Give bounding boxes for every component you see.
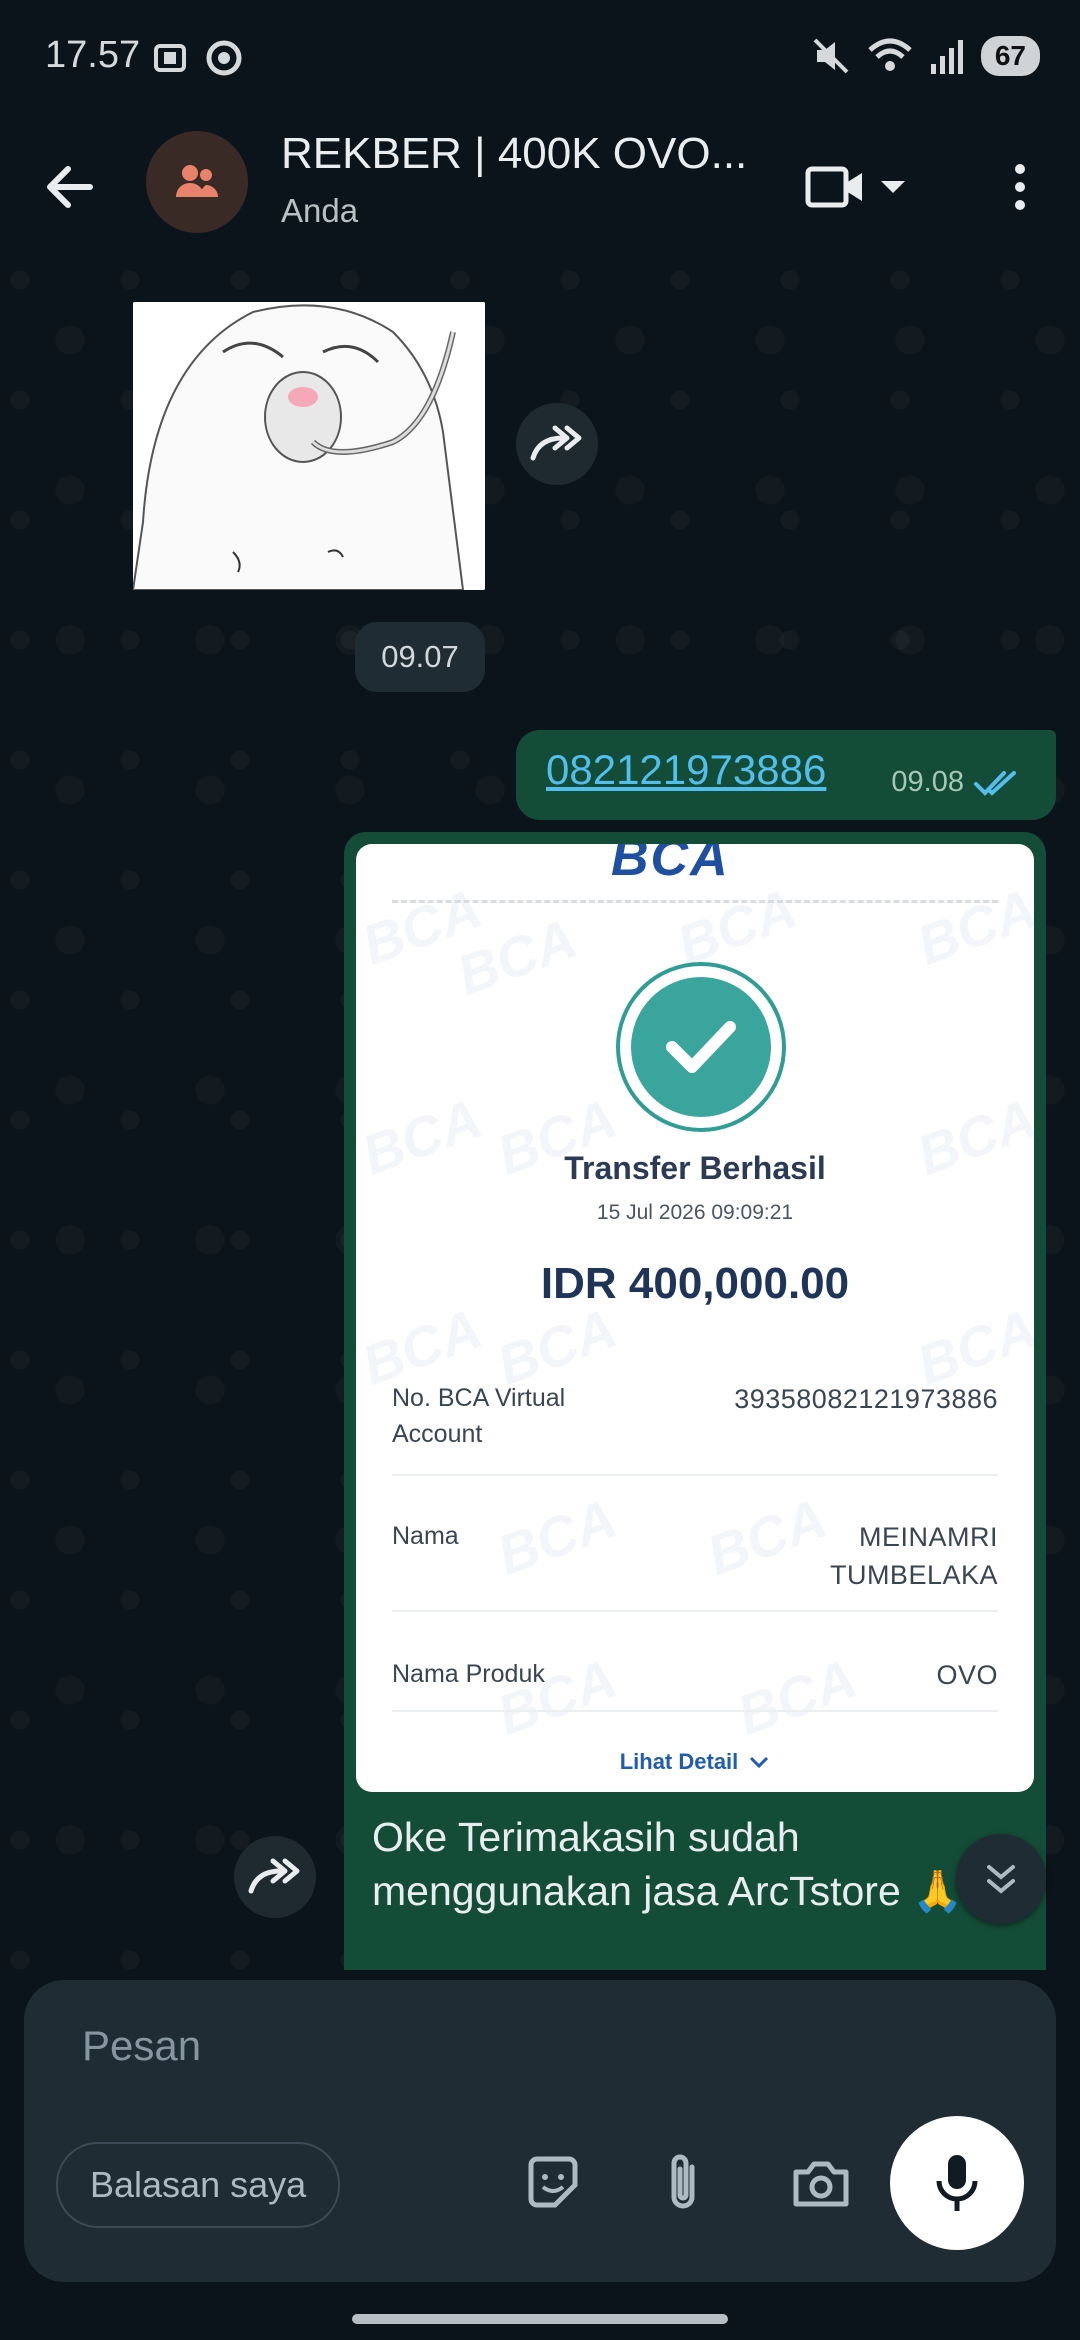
wifi-icon <box>868 38 912 71</box>
quick-reply-button[interactable]: Balasan saya <box>56 2142 341 2228</box>
message-meta: 09.08 <box>891 766 1020 799</box>
chat-subtitle[interactable]: Anda <box>281 192 358 230</box>
watermark: BCA <box>908 876 1034 977</box>
receipt-amount: IDR 400,000.00 <box>540 1259 850 1308</box>
chat-messages[interactable]: 09.07 082121973886 09.08 BCA BCA BCA BCA… <box>0 260 1080 1970</box>
double-chevron-down-icon <box>987 1865 1015 1894</box>
sticker-message[interactable] <box>133 302 485 590</box>
receipt-datetime: 15 Jul 2026 09:09:21 <box>596 1201 794 1224</box>
row-divider <box>392 1610 998 1612</box>
receipt-row-name: Nama MEINAMRI TUMBELAKA <box>392 1518 998 1598</box>
receipt-row-virtual-account: No. BCA Virtual Account 3935808212197388… <box>392 1380 998 1460</box>
forward-button[interactable] <box>234 1836 316 1918</box>
back-button[interactable] <box>38 155 102 219</box>
view-detail-link[interactable]: Lihat Detail <box>356 1749 1034 1775</box>
receipt-row-label: No. BCA Virtual Account <box>392 1384 566 1448</box>
screenshot-icon <box>154 44 186 72</box>
group-avatar[interactable] <box>146 131 248 233</box>
status-bar: 17.57 67 <box>0 0 1080 115</box>
receipt-row-label: Nama Produk <box>392 1660 545 1688</box>
voice-message-button[interactable] <box>890 2116 1024 2250</box>
success-badge <box>616 962 786 1132</box>
forward-button[interactable] <box>516 403 598 485</box>
gesture-nav-handle[interactable] <box>352 2314 728 2324</box>
status-time: 17.57 <box>45 34 141 76</box>
transfer-receipt-image[interactable]: BCA BCA BCA BCA BCA BCA BCA BCA BCA BCA … <box>356 844 1034 1792</box>
more-options-button[interactable] <box>1002 155 1038 219</box>
message-composer: Balasan saya <box>24 1980 1056 2282</box>
checkmark-icon <box>666 1021 736 1073</box>
message-time: 09.08 <box>891 766 964 798</box>
message-time-chip: 09.07 <box>355 622 485 692</box>
group-avatar-icon <box>176 165 218 197</box>
sticker-icon <box>528 2156 578 2208</box>
chat-title[interactable]: REKBER | 400K OVO... <box>281 129 761 179</box>
chat-header: REKBER | 400K OVO... Anda <box>0 115 1080 261</box>
forward-icon <box>530 425 582 461</box>
sticker-button[interactable] <box>518 2148 588 2218</box>
more-vertical-icon <box>1015 164 1025 210</box>
image-caption: Oke Terimakasih sudah menggunakan jasa A… <box>372 1814 975 1914</box>
receipt-row-label: Nama <box>392 1522 459 1550</box>
receipt-row-product: Nama Produk OVO <box>392 1656 998 1696</box>
video-call-icon <box>805 166 862 208</box>
mute-icon <box>813 38 849 74</box>
receipt-row-value: OVO <box>936 1660 998 1690</box>
message-input[interactable] <box>80 2010 884 2082</box>
attach-button[interactable] <box>648 2148 718 2218</box>
forward-icon <box>248 1858 300 1894</box>
scroll-to-bottom-button[interactable] <box>956 1834 1046 1924</box>
chevron-down-icon <box>881 181 905 193</box>
row-divider <box>392 1474 998 1476</box>
image-message[interactable]: BCA BCA BCA BCA BCA BCA BCA BCA BCA BCA … <box>344 832 1046 1970</box>
battery-indicator: 67 <box>980 36 1040 76</box>
mic-icon <box>936 2155 978 2211</box>
receipt-divider <box>392 900 998 903</box>
camera-icon <box>793 2161 849 2207</box>
status-icons-left <box>150 38 244 78</box>
double-check-icon <box>974 770 1016 796</box>
phone-number-link[interactable]: 082121973886 <box>546 746 826 794</box>
record-icon <box>206 40 242 76</box>
receipt-row-value: MEINAMRI TUMBELAKA <box>829 1522 998 1590</box>
arrow-left-icon <box>47 166 93 208</box>
camera-button[interactable] <box>786 2148 856 2218</box>
outgoing-message[interactable]: 082121973886 09.08 <box>516 730 1056 820</box>
paperclip-icon <box>671 2154 695 2209</box>
status-icons-right: 67 <box>811 36 1040 76</box>
signal-icon <box>930 40 963 74</box>
receipt-title: Transfer Berhasil <box>564 1150 826 1186</box>
row-divider <box>392 1710 998 1712</box>
sticker-image <box>133 302 485 590</box>
chevron-down-icon <box>750 1756 769 1769</box>
view-detail-label: Lihat Detail <box>619 1749 739 1774</box>
video-call-button[interactable] <box>805 157 925 217</box>
receipt-row-value: 39358082121973886 <box>734 1384 998 1414</box>
bca-logo: BCA <box>611 844 730 887</box>
